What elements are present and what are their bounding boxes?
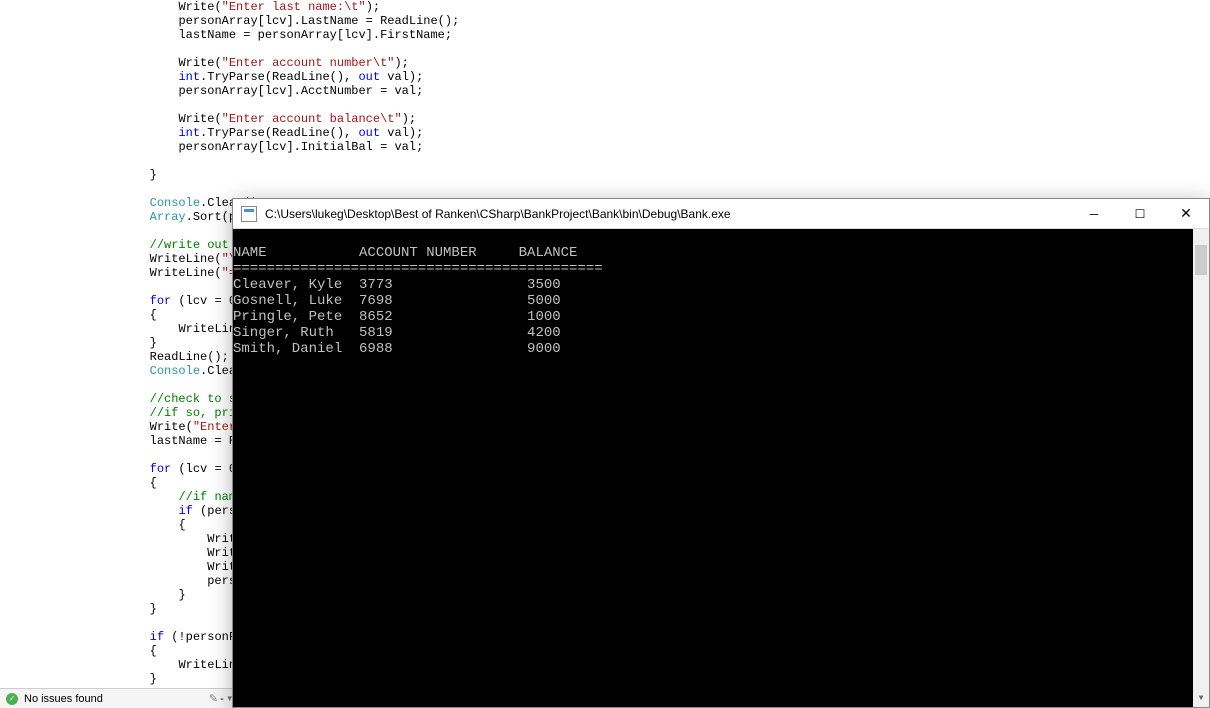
- console-titlebar[interactable]: C:\Users\lukeg\Desktop\Best of Ranken\CS…: [233, 199, 1209, 229]
- code-line[interactable]: int.TryParse(ReadLine(), out val);: [20, 70, 1210, 84]
- code-line[interactable]: int.TryParse(ReadLine(), out val);: [20, 126, 1210, 140]
- console-app-icon: [241, 206, 257, 222]
- code-line[interactable]: [20, 154, 1210, 168]
- code-line[interactable]: personArray[lcv].AcctNumber = val;: [20, 84, 1210, 98]
- pencil-icon: ✎: [209, 692, 218, 705]
- code-line[interactable]: personArray[lcv].InitialBal = val;: [20, 140, 1210, 154]
- maximize-button[interactable]: ☐: [1117, 199, 1163, 228]
- dash: -: [220, 693, 224, 705]
- console-output[interactable]: NAME ACCOUNT NUMBER BALANCE ============…: [233, 229, 1209, 707]
- code-line[interactable]: [20, 98, 1210, 112]
- minimize-button[interactable]: ─: [1071, 199, 1117, 228]
- status-dropdown[interactable]: ✎ - ▼: [209, 692, 234, 705]
- code-line[interactable]: personArray[lcv].LastName = ReadLine();: [20, 14, 1210, 28]
- console-text: NAME ACCOUNT NUMBER BALANCE ============…: [233, 229, 1209, 357]
- code-line[interactable]: Write("Enter account balance\t");: [20, 112, 1210, 126]
- scrollbar-thumb[interactable]: [1195, 245, 1207, 275]
- scroll-down-icon[interactable]: ▼: [1193, 691, 1209, 707]
- code-line[interactable]: [20, 42, 1210, 56]
- vertical-scrollbar[interactable]: ▲ ▼: [1193, 229, 1209, 707]
- code-line[interactable]: Write("Enter account number\t");: [20, 56, 1210, 70]
- close-button[interactable]: ✕: [1163, 199, 1209, 228]
- code-line[interactable]: [20, 182, 1210, 196]
- window-controls: ─ ☐ ✕: [1071, 199, 1209, 228]
- code-line[interactable]: lastName = personArray[lcv].FirstName;: [20, 28, 1210, 42]
- code-line[interactable]: }: [20, 168, 1210, 182]
- console-title: C:\Users\lukeg\Desktop\Best of Ranken\CS…: [265, 207, 731, 221]
- check-icon: ✓: [6, 693, 18, 705]
- console-window: C:\Users\lukeg\Desktop\Best of Ranken\CS…: [232, 198, 1210, 708]
- code-line[interactable]: Write("Enter last name:\t");: [20, 0, 1210, 14]
- issues-text: No issues found: [24, 693, 103, 705]
